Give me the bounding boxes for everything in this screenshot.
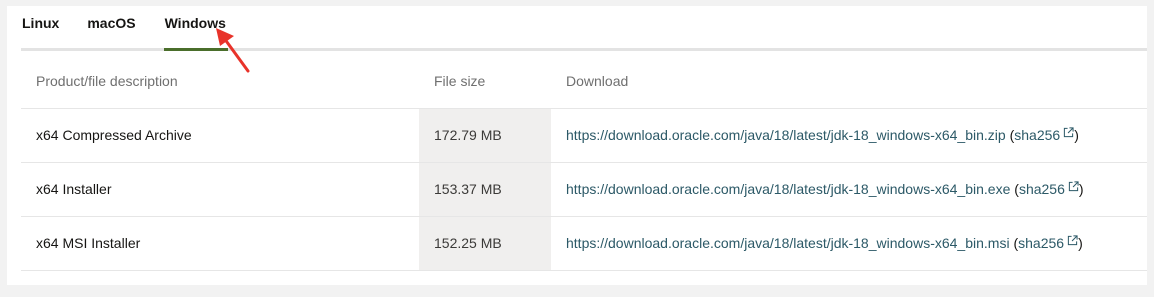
sha-close-paren: ) [1074,127,1079,143]
download-link[interactable]: https://download.oracle.com/java/18/late… [566,235,1010,251]
tab-windows[interactable]: Windows [163,6,229,51]
external-link-icon [1067,235,1078,246]
file-size: 172.79 MB [419,108,551,163]
os-tabs: Linux macOS Windows [21,6,1147,51]
external-link-icon [1064,127,1074,138]
sha256-label: sha256 [1018,235,1065,251]
tab-linux[interactable]: Linux [22,6,59,36]
column-header-download: Download [551,54,1147,109]
table-header-row: Product/file description File size Downl… [21,54,1147,109]
download-link[interactable]: https://download.oracle.com/java/18/late… [566,181,1010,197]
table-row: x64 Installer 153.37 MB https://download… [21,162,1147,217]
column-header-description: Product/file description [21,54,419,109]
column-header-file-size: File size [419,54,551,109]
table-row: x64 Compressed Archive 172.79 MB https:/… [21,108,1147,163]
download-cell: https://download.oracle.com/java/18/late… [551,216,1147,271]
downloads-panel: Linux macOS Windows Product/file descrip… [7,6,1147,285]
file-description: x64 MSI Installer [21,216,419,271]
sha-close-paren: ) [1078,181,1084,197]
file-description: x64 Installer [21,162,419,217]
external-link-icon [1068,181,1079,192]
download-link[interactable]: https://download.oracle.com/java/18/late… [566,127,1006,143]
tab-macos[interactable]: macOS [87,6,135,36]
sha256-label: sha256 [1018,181,1065,197]
file-description: x64 Compressed Archive [21,108,419,163]
sha256-link[interactable]: sha256 [1014,127,1074,143]
table-row: x64 MSI Installer 152.25 MB https://down… [21,216,1147,271]
file-size: 152.25 MB [419,216,551,271]
download-cell: https://download.oracle.com/java/18/late… [551,108,1147,163]
sha-wrapper: (sha256) [1013,235,1082,251]
downloads-table: Product/file description File size Downl… [21,54,1147,271]
sha-close-paren: ) [1078,235,1083,251]
sha256-link[interactable]: sha256 [1019,181,1079,197]
sha-wrapper: (sha256) [1014,181,1083,197]
file-size: 153.37 MB [419,162,551,217]
sha-wrapper: (sha256) [1010,127,1079,143]
download-cell: https://download.oracle.com/java/18/late… [551,162,1147,217]
sha256-label: sha256 [1014,127,1061,143]
sha256-link[interactable]: sha256 [1018,235,1078,251]
